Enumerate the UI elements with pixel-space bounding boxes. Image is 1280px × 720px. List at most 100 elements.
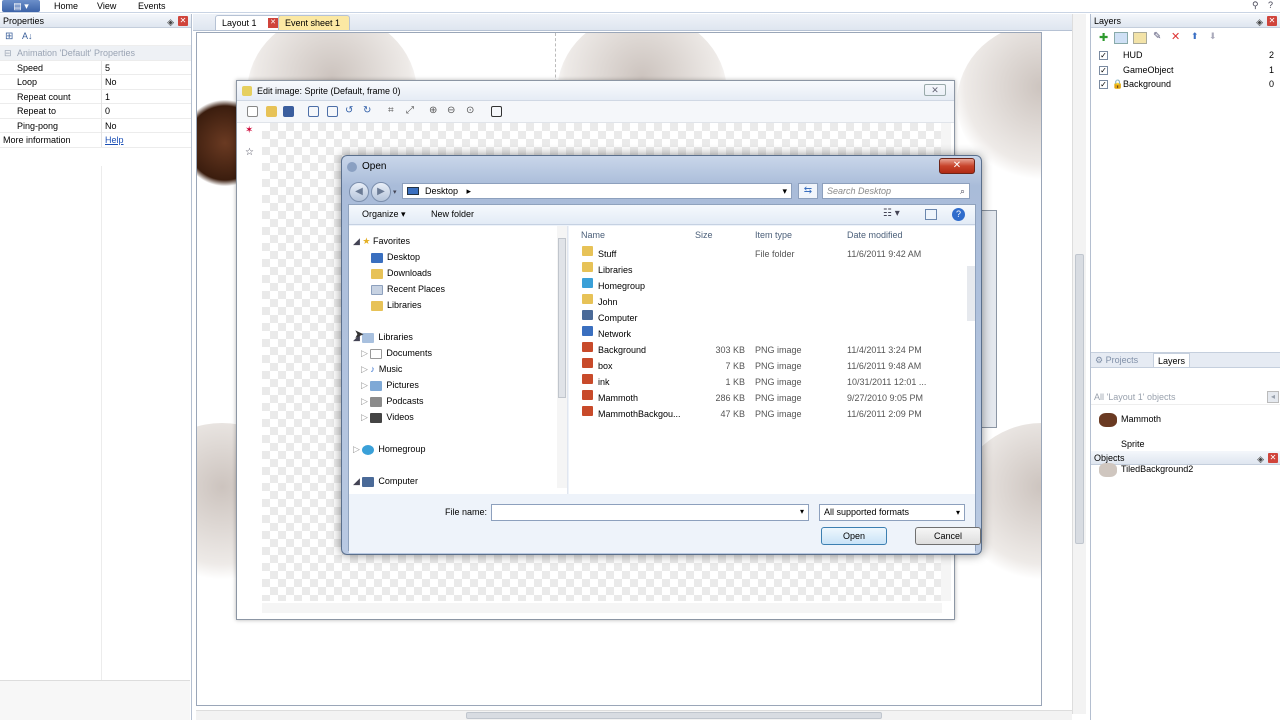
- property-row[interactable]: Loop No: [0, 75, 191, 90]
- zoom-out-icon[interactable]: ⊖: [447, 106, 458, 117]
- collapse-icon[interactable]: ⊟: [4, 46, 12, 61]
- tab-event-sheet-1[interactable]: Event sheet 1: [278, 15, 350, 30]
- nav-music[interactable]: ▷ ♪ Music: [361, 362, 402, 376]
- organize-button[interactable]: Organize ▾: [362, 209, 406, 220]
- menu-view[interactable]: View: [97, 0, 116, 12]
- property-value[interactable]: No: [105, 119, 117, 134]
- nav-libraries-fav[interactable]: Libraries: [371, 298, 422, 312]
- help-icon[interactable]: ?: [952, 208, 965, 221]
- file-row[interactable]: Mammoth 286 KB PNG image 9/27/2010 9:05 PM: [569, 390, 975, 406]
- open-icon[interactable]: [266, 106, 277, 117]
- close-button[interactable]: ✕: [939, 158, 975, 174]
- property-value[interactable]: No: [105, 75, 117, 90]
- menu-home[interactable]: Home: [54, 0, 78, 12]
- column-size[interactable]: Size: [695, 230, 713, 240]
- save-icon[interactable]: [283, 106, 294, 117]
- view-options-icon[interactable]: ☷ ▾: [883, 208, 900, 219]
- forward-button[interactable]: ▶: [371, 182, 391, 202]
- menu-events[interactable]: Events: [138, 0, 166, 12]
- column-date[interactable]: Date modified: [847, 230, 903, 240]
- file-row[interactable]: ink 1 KB PNG image 10/31/2011 12:01 ...: [569, 374, 975, 390]
- back-icon[interactable]: ◂: [1267, 391, 1279, 403]
- checkbox[interactable]: ✓: [1099, 65, 1108, 75]
- pin-icon[interactable]: ⚲: [1252, 0, 1259, 11]
- nav-documents[interactable]: ▷ Documents: [361, 346, 432, 360]
- object-item[interactable]: Sprite: [1091, 432, 1280, 457]
- layer-item[interactable]: ✓ 🔒 Background 0: [1091, 77, 1280, 92]
- horizontal-scrollbar[interactable]: [196, 710, 1072, 720]
- lasso-tool-icon[interactable]: ☆: [245, 147, 254, 158]
- nav-scrollbar[interactable]: [557, 226, 567, 488]
- new-folder-button[interactable]: New folder: [431, 209, 474, 219]
- search-input[interactable]: Search Desktop ⌕: [822, 183, 970, 199]
- file-row[interactable]: Computer: [569, 310, 975, 326]
- preview-pane-icon[interactable]: [925, 209, 937, 220]
- layer-item[interactable]: ✓ HUD 2: [1091, 48, 1280, 63]
- rotate-ccw-icon[interactable]: ↺: [345, 106, 356, 117]
- tab-projects[interactable]: ⚙ Projects: [1095, 355, 1138, 366]
- objects-filter[interactable]: All 'Layout 1' objects ◂: [1091, 389, 1280, 405]
- delete-icon[interactable]: ✕: [1171, 30, 1180, 43]
- flip-vertical-icon[interactable]: [327, 106, 338, 117]
- recent-locations-icon[interactable]: ▾: [393, 188, 397, 196]
- sort-alpha-icon[interactable]: A↓: [22, 31, 33, 41]
- nav-computer[interactable]: ◢ Computer: [353, 474, 418, 488]
- column-name[interactable]: Name: [581, 230, 605, 240]
- scroll-thumb[interactable]: [466, 712, 882, 719]
- close-icon[interactable]: ✕: [178, 16, 188, 26]
- show-layer-icon[interactable]: [1114, 32, 1128, 44]
- file-row[interactable]: Stuff File folder 11/6/2011 9:42 AM: [569, 246, 975, 262]
- close-icon[interactable]: ✕: [924, 84, 946, 96]
- property-row[interactable]: Repeat to 0: [0, 104, 191, 119]
- filename-input[interactable]: ▾: [491, 504, 809, 521]
- rotate-cw-icon[interactable]: ↻: [363, 106, 374, 117]
- file-row[interactable]: box 7 KB PNG image 11/6/2011 9:48 AM: [569, 358, 975, 374]
- column-type[interactable]: Item type: [755, 230, 792, 240]
- properties-section[interactable]: ⊟ Animation 'Default' Properties: [0, 46, 191, 61]
- select-tool-icon[interactable]: ✶: [245, 125, 253, 136]
- horizontal-scrollbar[interactable]: [262, 603, 942, 613]
- nav-desktop[interactable]: Desktop: [371, 250, 420, 264]
- lock-icon[interactable]: 🔒: [1112, 77, 1123, 92]
- close-icon[interactable]: ✕: [1267, 16, 1277, 26]
- resize-icon[interactable]: ⤢: [406, 106, 417, 117]
- layer-item[interactable]: ✓ GameObject 1: [1091, 63, 1280, 78]
- object-item[interactable]: Mammoth: [1091, 407, 1280, 432]
- crop-icon[interactable]: ⌗: [388, 106, 399, 117]
- checkbox[interactable]: ✓: [1099, 80, 1108, 89]
- nav-homegroup[interactable]: ▷ Homegroup: [353, 442, 425, 456]
- nav-downloads[interactable]: Downloads: [371, 266, 432, 280]
- object-item[interactable]: TiledBackground2: [1091, 457, 1280, 482]
- mammoth-sprite[interactable]: [197, 88, 237, 198]
- app-menu-button[interactable]: ▤ ▾: [2, 0, 40, 12]
- tab-layers[interactable]: Layers: [1153, 353, 1191, 367]
- open-button[interactable]: Open: [821, 527, 887, 545]
- property-value[interactable]: 1: [105, 90, 110, 105]
- help-link[interactable]: Help: [105, 133, 124, 148]
- vertical-scrollbar[interactable]: [1072, 14, 1086, 714]
- chevron-right-icon[interactable]: ▸: [467, 186, 472, 196]
- lock-icon[interactable]: [1133, 32, 1147, 44]
- property-value[interactable]: 0: [105, 104, 110, 119]
- pin-icon[interactable]: ◈: [167, 15, 174, 29]
- back-button[interactable]: ◀: [349, 182, 369, 202]
- move-down-icon[interactable]: ⬇: [1209, 31, 1217, 42]
- tab-layout-1[interactable]: Layout 1 ✕: [215, 15, 285, 30]
- file-row[interactable]: John: [569, 294, 975, 310]
- nav-pictures[interactable]: ▷ Pictures: [361, 378, 419, 392]
- checkbox[interactable]: ✓: [1099, 51, 1108, 60]
- help-icon[interactable]: ?: [1268, 0, 1273, 10]
- address-bar[interactable]: Desktop ▸ ▾: [402, 183, 792, 199]
- cancel-button[interactable]: Cancel: [915, 527, 981, 545]
- add-layer-icon[interactable]: ✚: [1099, 31, 1108, 44]
- set-origin-icon[interactable]: [491, 106, 502, 117]
- file-type-select[interactable]: All supported formats ▾: [819, 504, 965, 521]
- file-row[interactable]: Background 303 KB PNG image 11/4/2011 3:24 …: [569, 342, 975, 358]
- property-row[interactable]: Repeat count 1: [0, 89, 191, 105]
- move-up-icon[interactable]: ⬆: [1191, 31, 1199, 42]
- close-icon[interactable]: ✕: [268, 18, 278, 28]
- nav-recent-places[interactable]: Recent Places: [371, 282, 445, 296]
- zoom-in-icon[interactable]: ⊕: [429, 106, 440, 117]
- refresh-icon[interactable]: ⇆: [798, 183, 818, 199]
- nav-favorites[interactable]: ◢ ★ Favorites: [353, 234, 410, 248]
